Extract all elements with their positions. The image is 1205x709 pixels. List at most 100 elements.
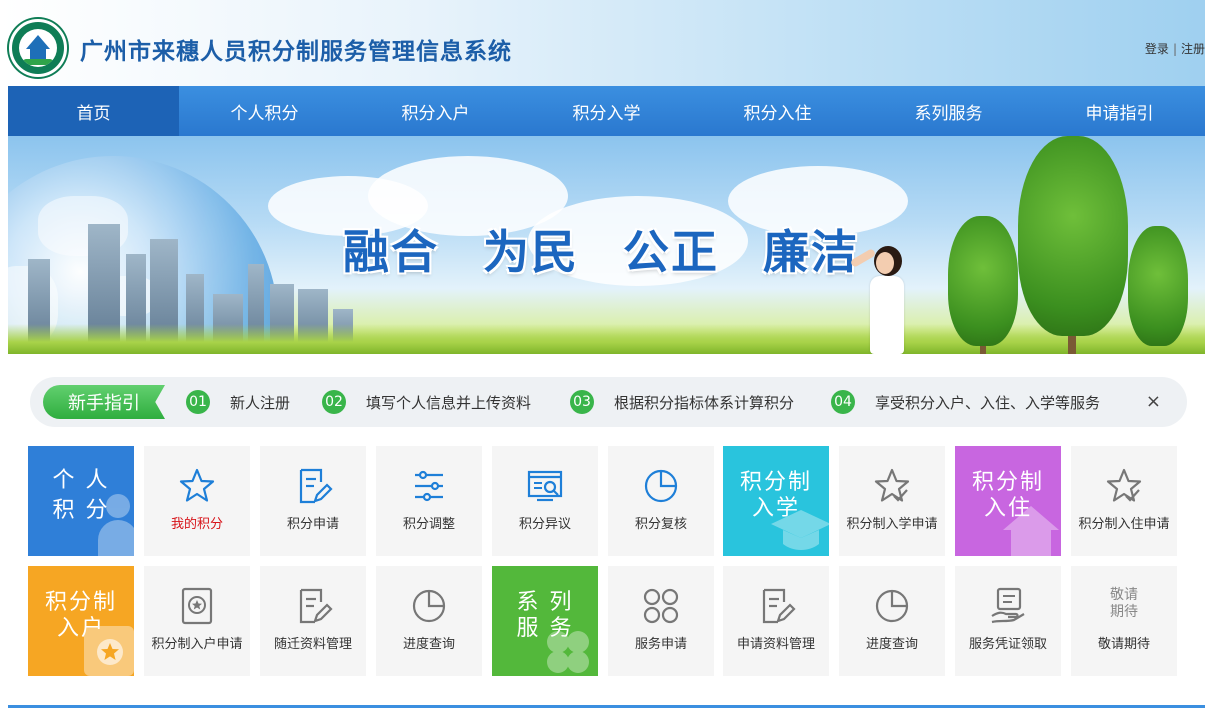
tile-service-apply[interactable]: 服务申请 <box>608 566 714 676</box>
tile-title: 积分制 <box>971 470 1044 495</box>
site-title: 广州市来穗人员积分制服务管理信息系统 <box>80 39 512 65</box>
star-check-icon <box>874 468 910 502</box>
tile-label: 积分制入学申请 <box>846 517 938 532</box>
tile-housing-apply[interactable]: 积分制入住申请 <box>1071 446 1177 556</box>
guide-step: 03 根据积分指标体系计算积分 <box>570 390 794 414</box>
nav-points-school[interactable]: 积分入学 <box>521 86 692 136</box>
tile-school-apply[interactable]: 积分制入学申请 <box>839 446 945 556</box>
star-check-icon <box>1106 468 1142 502</box>
tile-label: 服务申请 <box>634 637 687 652</box>
slogan-word: 为民 <box>483 225 579 279</box>
tile-points-review[interactable]: 积分复核 <box>608 446 714 556</box>
star-icon <box>97 639 123 665</box>
grid-circles-icon <box>643 588 679 624</box>
sliders-icon <box>415 470 443 502</box>
step-number: 01 <box>186 390 210 414</box>
pie-chart-icon <box>875 589 909 623</box>
tile-label: 积分制入户申请 <box>151 637 243 652</box>
tile-title: 积分制 <box>44 590 117 615</box>
nav-personal-points[interactable]: 个人积分 <box>179 86 350 136</box>
tile-label: 敬请期待 <box>1097 637 1150 652</box>
hero-banner: 融合 为民 公正 廉洁 <box>8 136 1205 354</box>
step-text: 填写个人信息并上传资料 <box>366 393 532 412</box>
tile-label: 积分调整 <box>402 517 455 532</box>
tile-progress-query-2[interactable]: 进度查询 <box>839 566 945 676</box>
tile-apply-docs[interactable]: 申请资料管理 <box>723 566 829 676</box>
tile-series-services[interactable]: 系 列 服 务 <box>492 566 598 676</box>
slogan-word: 廉洁 <box>763 225 859 279</box>
tile-label: 我的积分 <box>170 517 223 532</box>
tile-personal-points[interactable]: 个 人 积 分 <box>28 446 134 556</box>
tile-progress-query[interactable]: 进度查询 <box>376 566 482 676</box>
tile-points-hukou[interactable]: 积分制 入户 <box>28 566 134 676</box>
main-nav: 首页 个人积分 积分入户 积分入学 积分入住 系列服务 申请指引 <box>8 86 1205 136</box>
person-icon <box>98 494 134 556</box>
guide-tag: 新手指引 <box>43 385 165 419</box>
emblem-logo <box>9 19 67 77</box>
header: 广州市来穗人员积分制服务管理信息系统 登录 | 注册 <box>0 0 1205 86</box>
step-text: 新人注册 <box>230 393 291 412</box>
step-number: 02 <box>322 390 346 414</box>
edit-document-icon <box>762 588 796 624</box>
tile-label: 积分制入住申请 <box>1078 517 1170 532</box>
guide-step: 01 新人注册 <box>186 390 290 414</box>
clover-icon <box>547 631 589 673</box>
hand-document-icon <box>991 587 1025 624</box>
tile-label: 随迁资料管理 <box>273 637 352 652</box>
tile-points-adjust[interactable]: 积分调整 <box>376 446 482 556</box>
tile-label: 进度查询 <box>865 637 918 652</box>
tile-points-school[interactable]: 积分制 入学 <box>723 446 829 556</box>
tile-points-housing[interactable]: 积分制 入住 <box>955 446 1061 556</box>
step-number: 03 <box>570 390 594 414</box>
edit-document-icon <box>299 588 333 624</box>
banner-slogan: 融合 为民 公正 廉洁 <box>343 216 859 282</box>
tile-label: 申请资料管理 <box>736 637 815 652</box>
step-text: 根据积分指标体系计算积分 <box>614 393 795 412</box>
step-text: 享受积分入户、入住、入学等服务 <box>875 393 1101 412</box>
girl-image <box>849 246 910 354</box>
coming-soon-icon-text: 期待 <box>1110 604 1138 620</box>
tile-label: 服务凭证领取 <box>968 637 1047 652</box>
pie-chart-icon <box>644 469 678 503</box>
tile-coming-soon[interactable]: 敬请 期待 敬请期待 <box>1071 566 1177 676</box>
house-icon <box>1003 506 1059 556</box>
tile-points-apply[interactable]: 积分申请 <box>260 446 366 556</box>
tile-title: 个 人 <box>52 468 110 493</box>
register-link[interactable]: 注册 <box>1181 42 1205 56</box>
page: 广州市来穗人员积分制服务管理信息系统 登录 | 注册 首页 个人积分 积分入户 积分… <box>0 0 1205 709</box>
tile-my-points[interactable]: 我的积分 <box>144 446 250 556</box>
tile-label: 积分异议 <box>518 517 571 532</box>
star-icon <box>179 468 215 502</box>
tile-label: 积分申请 <box>286 517 339 532</box>
nav-services[interactable]: 系列服务 <box>863 86 1034 136</box>
tile-migration-docs[interactable]: 随迁资料管理 <box>260 566 366 676</box>
slogan-word: 公正 <box>623 225 719 279</box>
edit-document-icon <box>299 468 333 504</box>
guide-step: 04 享受积分入户、入住、入学等服务 <box>831 390 1100 414</box>
tile-label: 积分复核 <box>634 517 687 532</box>
tile-title: 积分制 <box>739 470 812 495</box>
search-document-icon <box>527 470 563 502</box>
tile-points-dispute[interactable]: 积分异议 <box>492 446 598 556</box>
tile-label: 进度查询 <box>402 637 455 652</box>
grass <box>8 324 1205 354</box>
nav-home[interactable]: 首页 <box>8 86 179 136</box>
nav-points-housing[interactable]: 积分入住 <box>692 86 863 136</box>
auth-links: 登录 | 注册 <box>1145 40 1205 57</box>
login-link[interactable]: 登录 <box>1145 42 1169 56</box>
tile-title: 系 列 <box>516 590 574 615</box>
close-icon[interactable]: × <box>1146 391 1161 413</box>
tile-certificate-collect[interactable]: 服务凭证领取 <box>955 566 1061 676</box>
certificate-icon <box>181 587 213 625</box>
guide-step: 02 填写个人信息并上传资料 <box>322 390 531 414</box>
coming-soon-icon-text: 敬请 <box>1110 587 1138 603</box>
tile-hukou-apply[interactable]: 积分制入户申请 <box>144 566 250 676</box>
nav-guide[interactable]: 申请指引 <box>1034 86 1205 136</box>
footer-divider <box>8 705 1205 708</box>
nav-points-hukou[interactable]: 积分入户 <box>350 86 521 136</box>
step-number: 04 <box>831 390 855 414</box>
auth-separator: | <box>1172 42 1177 56</box>
coming-soon-icon: 敬请 期待 <box>1071 587 1177 621</box>
graduation-cap-icon <box>771 510 829 550</box>
beginner-guide: 新手指引 01 新人注册 02 填写个人信息并上传资料 03 根据积分指标体系计… <box>30 377 1187 427</box>
